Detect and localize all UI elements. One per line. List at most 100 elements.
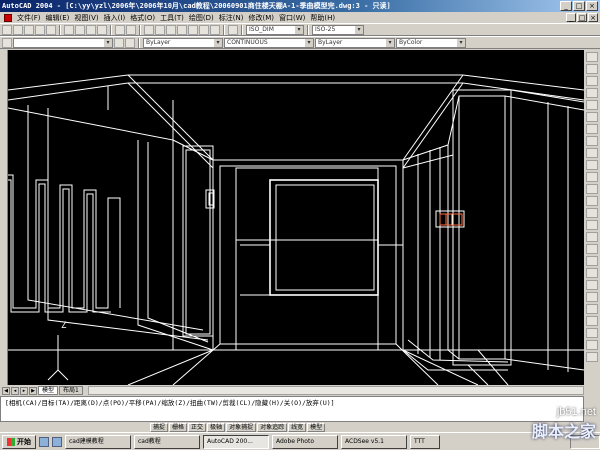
zoom-previous-icon[interactable] — [177, 24, 187, 35]
grid-toggle[interactable]: 栅格 — [169, 422, 188, 432]
region-icon[interactable] — [586, 352, 598, 362]
taskbar-item-cad-modeling[interactable]: cad建模教程 — [65, 434, 131, 449]
rectangle-icon[interactable] — [586, 256, 598, 266]
quick-launch-desktop-icon[interactable] — [52, 436, 62, 447]
plot-style-combo[interactable]: ByColor — [396, 37, 466, 48]
lineweight-combo[interactable]: ByLayer — [315, 37, 395, 48]
command-line[interactable]: [相机(CA)/目标(TA)/距离(D)/点(PO)/平移(PA)/缩放(Z)/… — [0, 396, 584, 422]
match-properties-icon[interactable] — [97, 24, 107, 35]
tool-palettes-icon[interactable] — [210, 24, 220, 35]
menu-help[interactable]: 帮助(H) — [310, 13, 335, 23]
explode-icon[interactable] — [586, 220, 598, 230]
prev-tab-icon[interactable]: ◂ — [11, 386, 19, 395]
point-icon[interactable] — [586, 340, 598, 350]
menu-file[interactable]: 文件(F) — [17, 13, 41, 23]
hatch-icon[interactable] — [586, 292, 598, 302]
autocad-app-icon[interactable] — [4, 13, 12, 22]
design-center-icon[interactable] — [199, 24, 209, 35]
doc-close-button[interactable]: × — [588, 13, 598, 22]
circle-icon[interactable] — [586, 280, 598, 290]
model-toggle[interactable]: 模型 — [307, 422, 326, 432]
paste-icon[interactable] — [86, 24, 96, 35]
insert-block-icon[interactable] — [586, 328, 598, 338]
minimize-button[interactable]: _ — [560, 1, 572, 11]
doc-restore-button[interactable]: □ — [577, 13, 587, 22]
save-icon[interactable] — [24, 24, 34, 35]
horizontal-scrollbar[interactable] — [87, 386, 584, 395]
menu-view[interactable]: 视图(V) — [74, 13, 98, 23]
menu-tools[interactable]: 工具(T) — [160, 13, 184, 23]
snap-toggle[interactable]: 捕捉 — [150, 422, 169, 432]
open-file-icon[interactable] — [13, 24, 23, 35]
help-icon[interactable] — [228, 24, 238, 35]
mirror-icon[interactable] — [586, 76, 598, 86]
menu-edit[interactable]: 编辑(E) — [46, 13, 70, 23]
pan-icon[interactable] — [144, 24, 154, 35]
scale-icon[interactable] — [586, 136, 598, 146]
undo-icon[interactable] — [115, 24, 125, 35]
copy-icon[interactable] — [75, 24, 85, 35]
move-icon[interactable] — [586, 112, 598, 122]
layer-previous-icon[interactable] — [125, 37, 135, 48]
erase-icon[interactable] — [586, 52, 598, 62]
taskbar-item-ttt[interactable]: TTT — [410, 434, 440, 449]
copy-object-icon[interactable] — [586, 64, 598, 74]
linetype-combo[interactable]: CONTINUOUS — [224, 37, 314, 48]
command-input[interactable] — [5, 407, 579, 415]
array-icon[interactable] — [586, 100, 598, 110]
new-file-icon[interactable] — [2, 24, 12, 35]
chamfer-icon[interactable] — [586, 196, 598, 206]
ortho-toggle[interactable]: 正交 — [188, 422, 207, 432]
menu-dimension[interactable]: 标注(N) — [219, 13, 244, 23]
dim-style-combo[interactable]: ISO-25 — [312, 24, 364, 35]
drawing-canvas[interactable]: Z — [8, 50, 584, 385]
menu-window[interactable]: 窗口(W) — [279, 13, 305, 23]
zoom-realtime-icon[interactable] — [155, 24, 165, 35]
osnap-toggle[interactable]: 对象捕捉 — [226, 422, 257, 432]
start-button[interactable]: 开始 — [2, 434, 36, 449]
text-icon[interactable] — [586, 304, 598, 314]
layer-combo[interactable] — [13, 37, 113, 48]
polyline-icon[interactable] — [586, 244, 598, 254]
print-preview-icon[interactable] — [46, 24, 56, 35]
line-icon[interactable] — [586, 232, 598, 242]
lineweight-toggle[interactable]: 线宽 — [288, 422, 307, 432]
quick-launch-ie-icon[interactable] — [39, 436, 49, 447]
redo-icon[interactable] — [126, 24, 136, 35]
block-icon[interactable] — [586, 316, 598, 326]
stretch-icon[interactable] — [586, 148, 598, 158]
first-tab-icon[interactable]: ◀ — [2, 386, 10, 395]
menu-format[interactable]: 格式(O) — [130, 13, 155, 23]
tab-model[interactable]: 模型 — [38, 386, 59, 395]
taskbar-item-cad-tutorial[interactable]: cad教程 — [134, 434, 200, 449]
rotate-icon[interactable] — [586, 124, 598, 134]
fillet-icon[interactable] — [586, 208, 598, 218]
trim-icon[interactable] — [586, 160, 598, 170]
zoom-window-icon[interactable] — [166, 24, 176, 35]
maximize-button[interactable]: □ — [573, 1, 585, 11]
layer-manager-icon[interactable] — [2, 37, 12, 48]
break-icon[interactable] — [586, 184, 598, 194]
polar-toggle[interactable]: 极轴 — [207, 422, 226, 432]
last-tab-icon[interactable]: ▶ — [29, 386, 37, 395]
close-button[interactable]: × — [586, 1, 598, 11]
print-icon[interactable] — [35, 24, 45, 35]
extend-icon[interactable] — [586, 172, 598, 182]
text-style-combo[interactable]: ISO_DIM — [246, 24, 304, 35]
menu-insert[interactable]: 插入(I) — [104, 13, 126, 23]
menu-draw[interactable]: 绘图(D) — [189, 13, 214, 23]
otrack-toggle[interactable]: 对象追踪 — [257, 422, 288, 432]
tab-layout1[interactable]: 布局1 — [59, 386, 83, 395]
next-tab-icon[interactable]: ▸ — [20, 386, 28, 395]
taskbar-item-autocad[interactable]: AutoCAD 200... — [203, 434, 269, 449]
properties-icon[interactable] — [188, 24, 198, 35]
doc-minimize-button[interactable]: _ — [566, 13, 576, 22]
menu-modify[interactable]: 修改(M) — [248, 13, 274, 23]
color-combo[interactable]: ByLayer — [143, 37, 223, 48]
arc-icon[interactable] — [586, 268, 598, 278]
make-current-layer-icon[interactable] — [114, 37, 124, 48]
offset-icon[interactable] — [586, 88, 598, 98]
cut-icon[interactable] — [64, 24, 74, 35]
taskbar-item-acdsee[interactable]: ACDSee v5.1 — [341, 434, 407, 449]
taskbar-item-photoshop[interactable]: Adobe Photo — [272, 434, 338, 449]
